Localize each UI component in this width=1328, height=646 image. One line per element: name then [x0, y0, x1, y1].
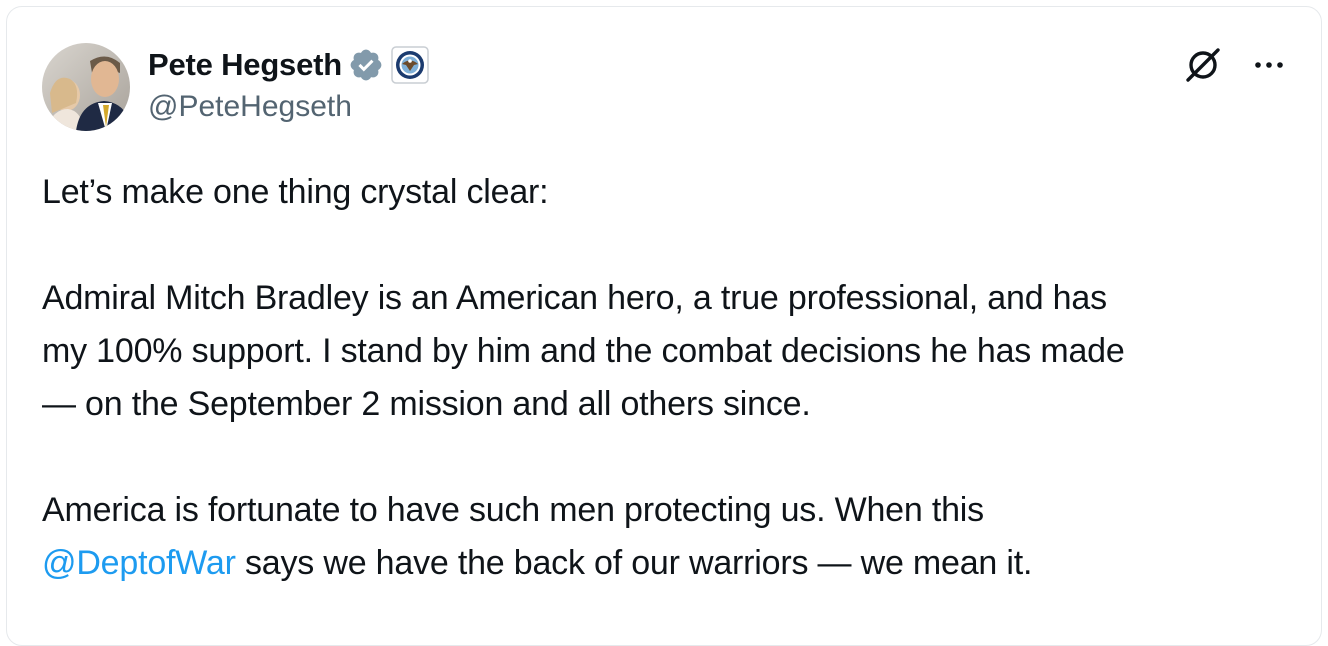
tweet-top-actions: [1182, 44, 1284, 86]
grok-icon[interactable]: [1182, 44, 1224, 86]
tweet-paragraph-line: my 100% support. I stand by him and the …: [42, 332, 1125, 370]
verified-badge-icon[interactable]: [348, 47, 384, 83]
more-options-icon[interactable]: [1254, 60, 1284, 70]
department-seal-icon[interactable]: [390, 45, 430, 85]
author-display-name[interactable]: Pete Hegseth: [148, 47, 342, 83]
avatar-photo: [42, 43, 130, 131]
mention-link[interactable]: @DeptofWar: [42, 544, 236, 582]
avatar[interactable]: [42, 43, 130, 131]
tweet-paragraph-line: America is fortunate to have such men pr…: [42, 491, 984, 529]
author-name-row: Pete Hegseth: [148, 44, 430, 86]
tweet-paragraph-line: — on the September 2 mission and all oth…: [42, 385, 811, 423]
tweet-paragraph-line: Admiral Mitch Bradley is an American her…: [42, 279, 1107, 317]
tweet-paragraph-line-with-mention: @DeptofWar says we have the back of our …: [42, 537, 1302, 590]
author-handle[interactable]: @PeteHegseth: [148, 90, 352, 124]
tweet-paragraph: Let’s make one thing crystal clear:: [42, 173, 549, 211]
tweet-text-fragment: says we have the back of our warriors — …: [235, 544, 1033, 582]
tweet-body: Let’s make one thing crystal clear: Admi…: [42, 166, 1302, 590]
